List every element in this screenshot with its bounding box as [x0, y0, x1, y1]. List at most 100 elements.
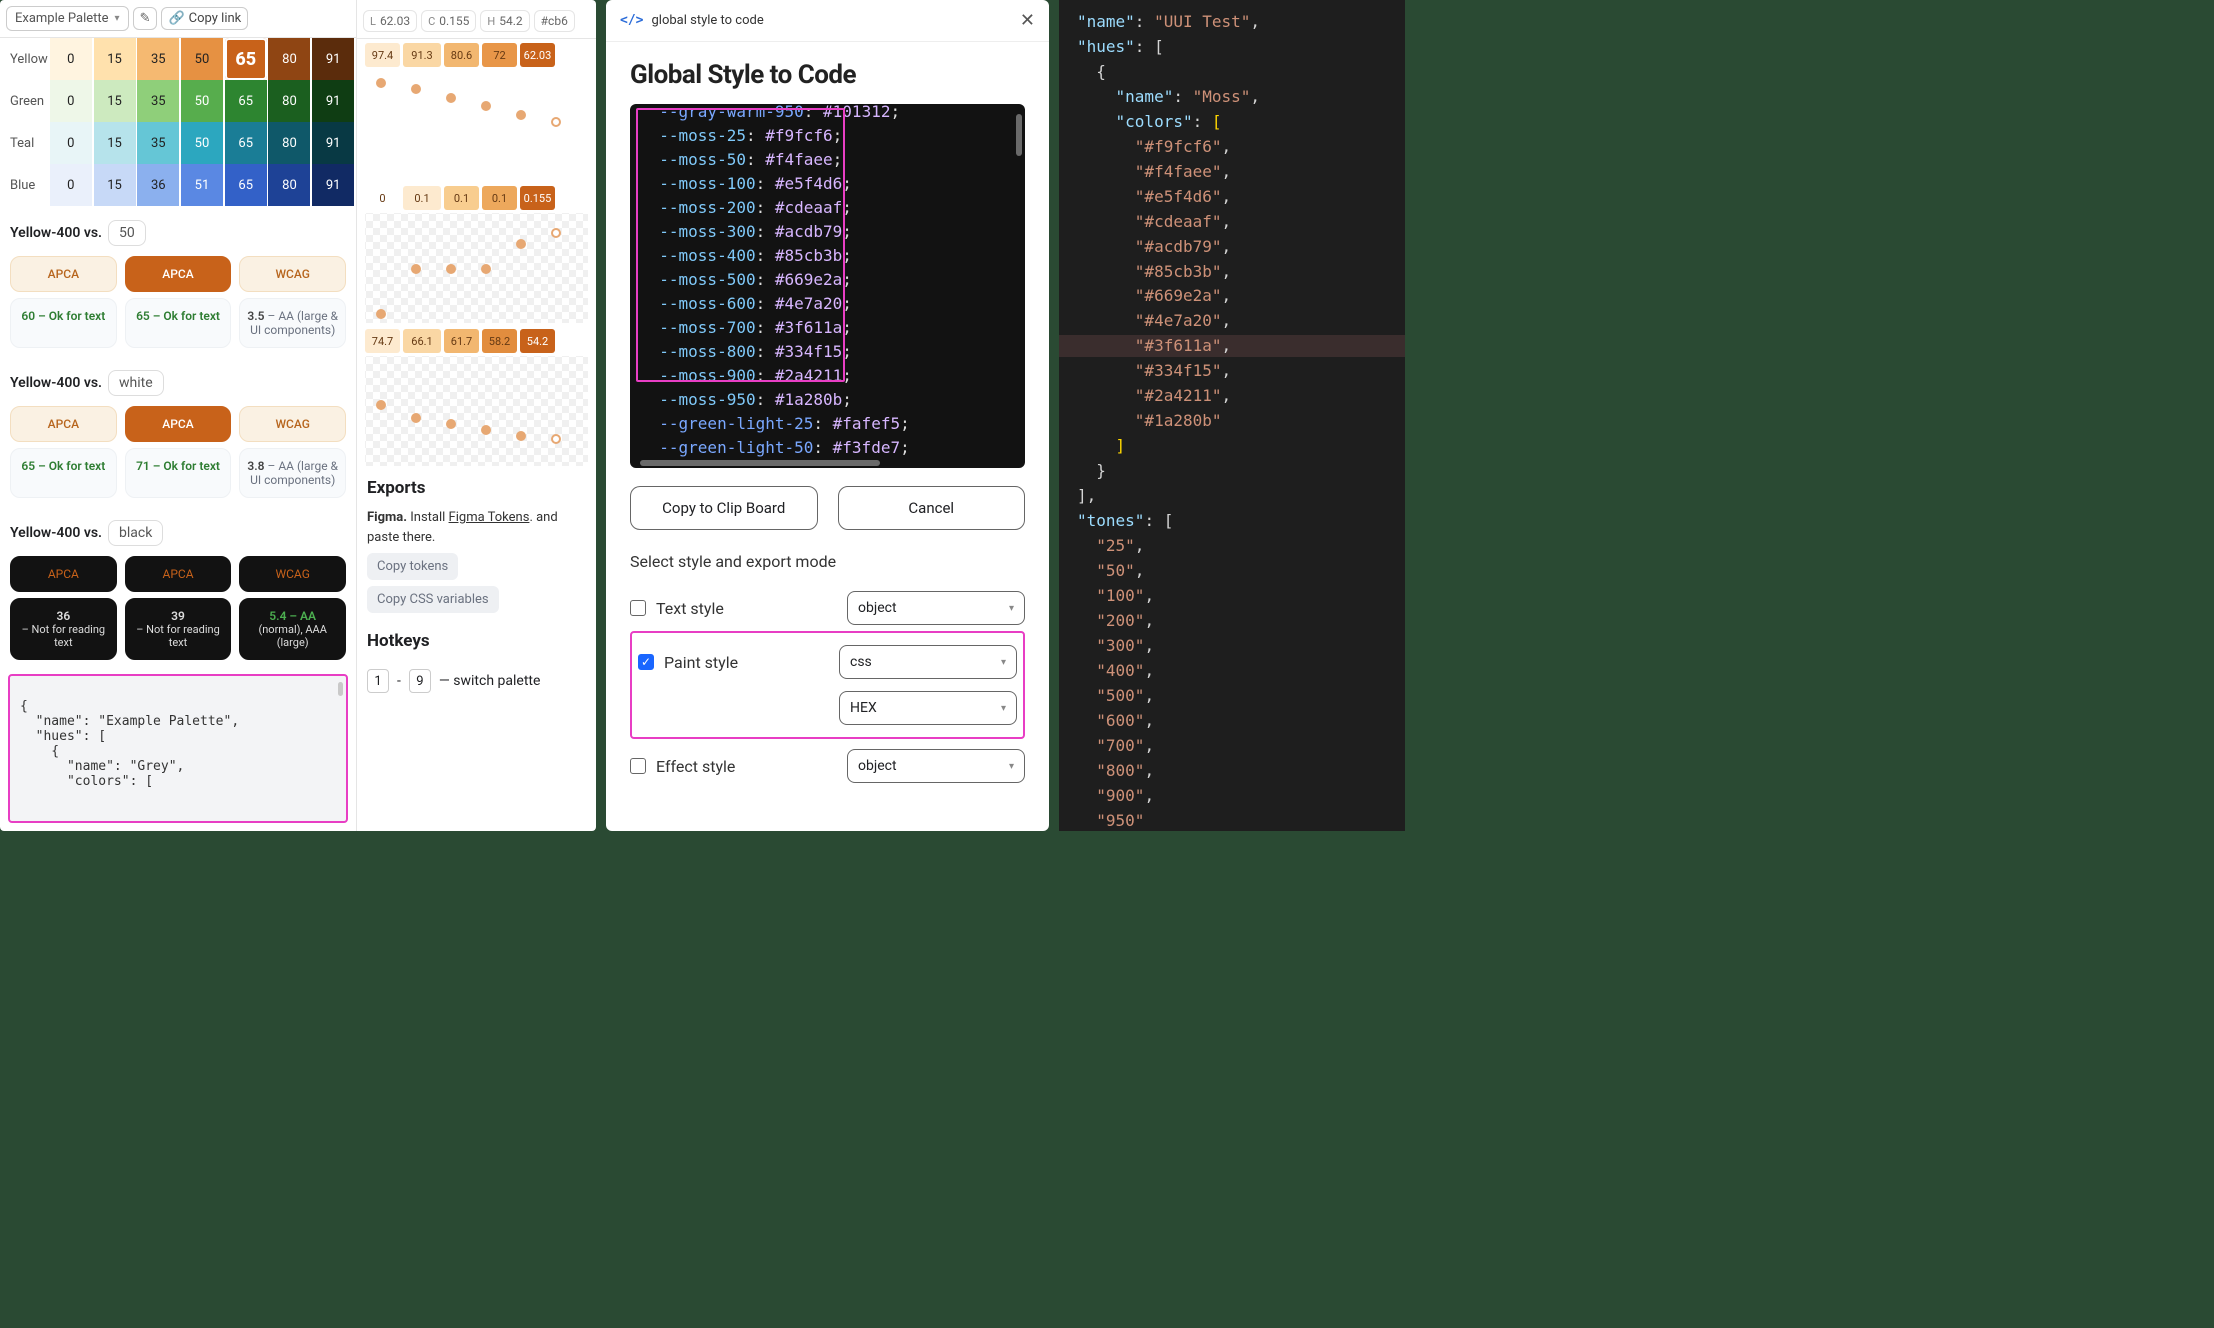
editor-content: "name": "UUI Test", "hues": [ { "name": …: [1077, 10, 1401, 831]
swatch-row: Yellow0153550658091: [0, 38, 356, 80]
css-line: --moss-400: #85cb3b;: [640, 244, 1015, 268]
swatch-cell[interactable]: 80: [268, 80, 310, 122]
metric-value: 60 – Ok for text: [10, 298, 117, 348]
chart-canvas: [365, 356, 588, 466]
css-line: --gray-warm-950: #101312;: [640, 104, 1015, 124]
swatch-cell[interactable]: 50: [181, 80, 223, 122]
css-line: --moss-200: #cdeaaf;: [640, 196, 1015, 220]
swatch-cell[interactable]: 15: [94, 164, 136, 206]
chart-value-strip: 74.766.161.758.254.2: [357, 325, 596, 353]
export-dialog: </> global style to code ✕ Global Style …: [606, 0, 1049, 831]
metric-tab[interactable]: APCA: [10, 406, 117, 442]
metric-value: 3.8 – AA (large & UI components): [239, 448, 346, 498]
chart-strip-cell: 0: [365, 186, 400, 210]
css-line: --moss-300: #acdb79;: [640, 220, 1015, 244]
swatch-cell[interactable]: 15: [94, 38, 136, 80]
swatch-cell[interactable]: 91: [312, 38, 354, 80]
metric-value: 65 – Ok for text: [125, 298, 232, 348]
palette-selector[interactable]: Example Palette ▾: [6, 6, 129, 31]
swatch-row: Blue0153651658091: [0, 164, 356, 206]
kbd-9: 9: [409, 669, 431, 693]
css-output[interactable]: --gray-warm-950: #101312; --moss-25: #f9…: [630, 104, 1025, 468]
figma-tokens-link[interactable]: Figma Tokens: [449, 510, 530, 525]
root: Example Palette ▾ ✎ 🔗 Copy link Yellow01…: [0, 0, 1405, 831]
swatch-cell[interactable]: 80: [268, 38, 310, 80]
metric-tab[interactable]: APCA: [125, 256, 232, 292]
metric-tab[interactable]: APCA: [10, 256, 117, 292]
swatch-cell[interactable]: 15: [94, 80, 136, 122]
swatch-cell[interactable]: 91: [312, 164, 354, 206]
metric-value: 71 – Ok for text: [125, 448, 232, 498]
swatch-cell[interactable]: 65: [225, 38, 267, 80]
paint-style-checkbox[interactable]: ✓: [638, 654, 654, 670]
code-editor[interactable]: "name": "UUI Test", "hues": [ { "name": …: [1059, 0, 1405, 831]
swatch-cell[interactable]: 35: [137, 122, 179, 164]
text-style-checkbox[interactable]: [630, 600, 646, 616]
json-preview[interactable]: { "name": "Example Palette", "hues": [ {…: [8, 674, 348, 823]
text-style-label: Text style: [656, 599, 724, 618]
swatch-table: Yellow0153550658091Green0153550658091Tea…: [0, 38, 356, 206]
swatch-cell[interactable]: 0: [50, 122, 92, 164]
pencil-icon: ✎: [140, 11, 151, 26]
swatch-cell[interactable]: 51: [181, 164, 223, 206]
swatch-cell[interactable]: 36: [137, 164, 179, 206]
swatch-cell[interactable]: 91: [312, 80, 354, 122]
dialog-header: </> global style to code ✕: [606, 0, 1049, 42]
cancel-button[interactable]: Cancel: [838, 486, 1026, 530]
metric-tab[interactable]: APCA: [10, 556, 117, 592]
metric-tab[interactable]: APCA: [125, 406, 232, 442]
metric-tab[interactable]: WCAG: [239, 256, 346, 292]
scrollbar-thumb[interactable]: [338, 682, 343, 696]
hue-label: Teal: [0, 122, 50, 164]
copy-tokens-button[interactable]: Copy tokens: [367, 553, 458, 580]
swatch-cell[interactable]: 65: [225, 80, 267, 122]
metric-tab[interactable]: WCAG: [239, 556, 346, 592]
close-icon[interactable]: ✕: [1020, 10, 1035, 31]
swatch-cell[interactable]: 80: [268, 122, 310, 164]
effect-style-checkbox[interactable]: [630, 758, 646, 774]
hotkeys-title: Hotkeys: [367, 631, 586, 651]
contrast-block: Yellow-400 vs. 50APCAAPCAWCAG60 – Ok for…: [0, 206, 356, 356]
css-line: --moss-600: #4e7a20;: [640, 292, 1015, 316]
chart-value-strip: 00.10.10.10.155: [357, 182, 596, 210]
swatch-cell[interactable]: 65: [225, 164, 267, 206]
copy-link-label: Copy link: [189, 11, 242, 26]
edit-button[interactable]: ✎: [133, 7, 158, 30]
chart-strip-cell: 0.1: [403, 186, 441, 210]
paint-style-color-select[interactable]: HEX▾: [839, 691, 1017, 725]
swatch-cell[interactable]: 50: [181, 38, 223, 80]
text-style-row: Text style object▾: [630, 585, 1025, 631]
css-line: --moss-950: #1a280b;: [640, 388, 1015, 412]
copy-clipboard-button[interactable]: Copy to Clip Board: [630, 486, 818, 530]
text-style-mode-select[interactable]: object▾: [847, 591, 1025, 625]
copy-link-button[interactable]: 🔗 Copy link: [161, 7, 248, 30]
css-line: --moss-100: #e5f4d6;: [640, 172, 1015, 196]
paint-style-mode-select[interactable]: css▾: [839, 645, 1017, 679]
json-preview-text: { "name": "Example Palette", "hues": [ {…: [20, 699, 239, 789]
swatch-cell[interactable]: 35: [137, 80, 179, 122]
hue-label: Blue: [0, 164, 50, 206]
code-icon: </>: [620, 13, 643, 28]
swatch-cell[interactable]: 0: [50, 38, 92, 80]
effect-style-mode-select[interactable]: object▾: [847, 749, 1025, 783]
dialog-breadcrumb: global style to code: [651, 13, 763, 28]
palette-app: Example Palette ▾ ✎ 🔗 Copy link Yellow01…: [0, 0, 596, 831]
swatch-cell[interactable]: 35: [137, 38, 179, 80]
palette-selector-label: Example Palette: [15, 11, 109, 26]
metric-tab[interactable]: APCA: [125, 556, 232, 592]
swatch-cell[interactable]: 0: [50, 164, 92, 206]
swatch-cell[interactable]: 80: [268, 164, 310, 206]
exports-title: Exports: [367, 478, 586, 498]
swatch-cell[interactable]: 91: [312, 122, 354, 164]
hscroll-thumb[interactable]: [640, 460, 880, 466]
metric-tab[interactable]: WCAG: [239, 406, 346, 442]
chart-canvas: [365, 70, 588, 180]
vscroll-thumb[interactable]: [1016, 114, 1022, 156]
chart-strip-cell: 80.6: [444, 43, 479, 67]
swatch-cell[interactable]: 50: [181, 122, 223, 164]
swatch-cell[interactable]: 15: [94, 122, 136, 164]
css-line: --moss-500: #669e2a;: [640, 268, 1015, 292]
swatch-cell[interactable]: 65: [225, 122, 267, 164]
copy-css-button[interactable]: Copy CSS variables: [367, 586, 499, 613]
swatch-cell[interactable]: 0: [50, 80, 92, 122]
